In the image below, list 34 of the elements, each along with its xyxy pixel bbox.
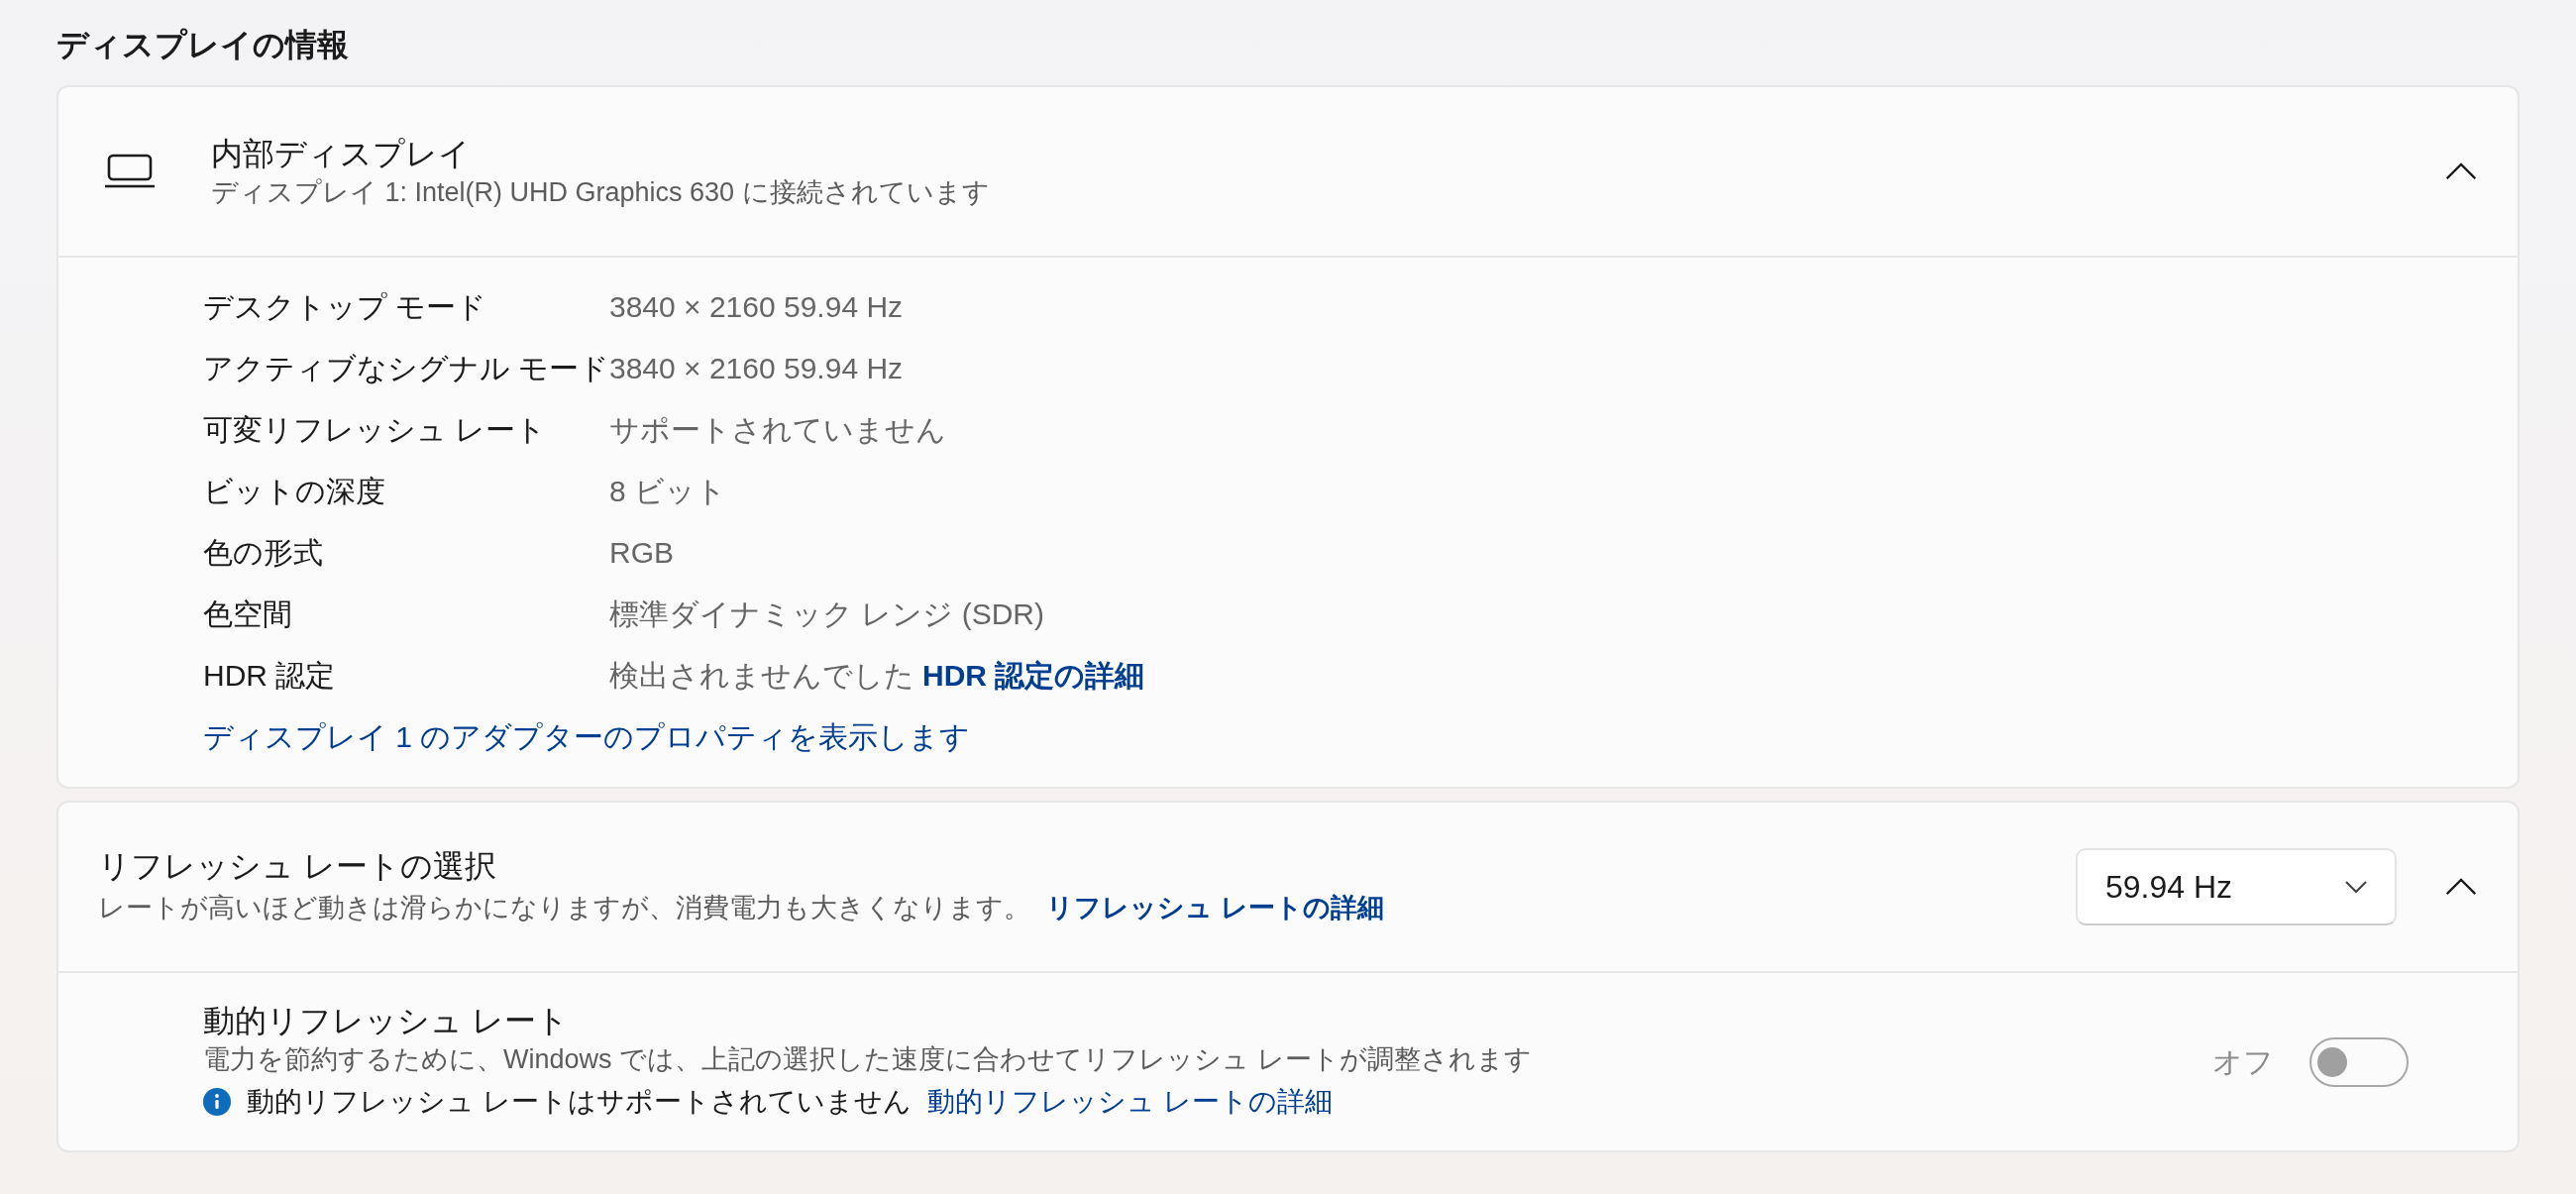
property-label: 可変リフレッシュ レート xyxy=(203,411,548,448)
adapter-properties-link[interactable]: ディスプレイ 1 のアダプターのプロパティを表示します xyxy=(203,713,971,759)
collapse-chevron-icon[interactable] xyxy=(2444,162,2478,182)
property-label: デスクトップ モード xyxy=(203,288,488,325)
property-label: ビットの深度 xyxy=(203,473,386,509)
details-link[interactable]: HDR 認定の詳細 xyxy=(922,652,1145,698)
refresh-rate-title: リフレッシュ レートの選択 xyxy=(98,847,497,887)
dynamic-refresh-link[interactable]: 動的リフレッシュ レートの詳細 xyxy=(926,1081,1333,1124)
refresh-rate-dropdown[interactable]: 59.94 Hz xyxy=(2076,848,2397,926)
collapse-chevron-icon[interactable] xyxy=(2444,877,2478,898)
info-icon xyxy=(203,1088,231,1117)
property-value: 8 ビット xyxy=(609,473,727,509)
property-value: RGB xyxy=(609,534,674,571)
property-label: HDR 認定 xyxy=(203,657,337,694)
property-value: 3840 × 2160 59.94 Hz xyxy=(609,350,904,386)
property-value: 検出されませんでした xyxy=(609,657,914,694)
unsupported-notice: 動的リフレッシュ レートはサポートされていません xyxy=(247,1085,912,1120)
property-label: アクティブなシグナル モード xyxy=(203,350,609,386)
display-subtitle: ディスプレイ 1: Intel(R) UHD Graphics 630 に接続されています xyxy=(211,175,991,209)
refresh-rate-description: レートが高いほど動きは滑らかになりますが、消費電力も大きくなります。 xyxy=(98,891,1030,924)
display-name: 内部ディスプレイ xyxy=(211,135,472,174)
property-value: サポートされていません xyxy=(609,411,946,448)
property-value: 3840 × 2160 59.94 Hz xyxy=(609,288,904,325)
refresh-rate-link[interactable]: リフレッシュ レートの詳細 xyxy=(1046,887,1384,928)
toggle-switch[interactable] xyxy=(2309,1036,2409,1087)
laptop-icon xyxy=(104,154,156,190)
property-label: 色の形式 xyxy=(203,534,324,571)
property-value: 標準ダイナミック レンジ (SDR) xyxy=(609,596,1044,632)
section-title: ディスプレイの情報 xyxy=(56,26,350,64)
dynamic-refresh-title: 動的リフレッシュ レート xyxy=(203,1002,570,1041)
property-label: 色空間 xyxy=(203,596,293,632)
caret-icon xyxy=(2345,880,2367,894)
dynamic-refresh-description: 電力を節約するために、Windows では、上記の選択した速度に合わせてリフレッシュ レートが調整されます xyxy=(203,1043,1533,1076)
toggle-state-label: オフ xyxy=(2212,1044,2274,1081)
